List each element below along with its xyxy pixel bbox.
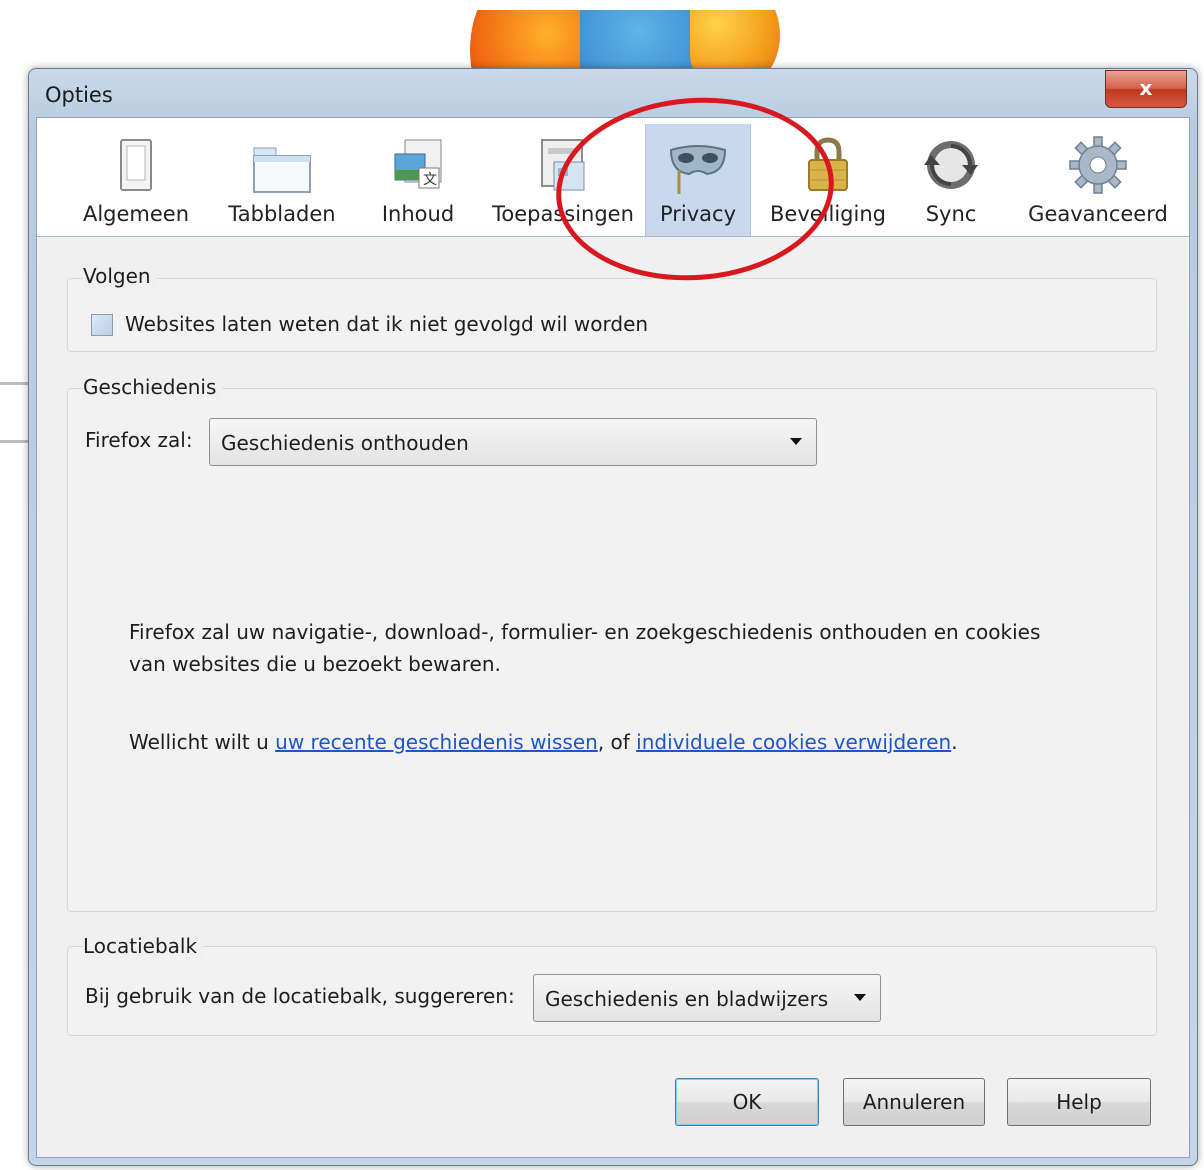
- category-toolbar: Algemeen Tabbladen 文 Inhoud Toepassingen…: [37, 118, 1189, 237]
- tab-label: Algemeen: [82, 202, 190, 226]
- close-icon: x: [1139, 76, 1153, 100]
- history-hint-suffix: .: [951, 730, 958, 754]
- history-group-title: Geschiedenis: [83, 375, 223, 399]
- gear-icon: [1069, 136, 1127, 194]
- padlock-icon: [808, 137, 848, 191]
- tab-label: Tabbladen: [228, 202, 336, 226]
- switch-icon: [120, 139, 152, 191]
- history-mode-value: Geschiedenis onthouden: [221, 431, 469, 455]
- title-bar: Opties x: [29, 69, 1197, 117]
- history-hint-middle: , of: [597, 730, 637, 754]
- tab-privacy[interactable]: Privacy: [645, 124, 751, 236]
- chevron-down-icon: [790, 438, 802, 445]
- locationbar-suggest-label: Bij gebruik van de locatiebalk, suggerer…: [85, 984, 515, 1008]
- tab-label: Geavanceerd: [1028, 202, 1168, 226]
- tab-tabbladen[interactable]: Tabbladen: [217, 124, 347, 236]
- tab-geavanceerd[interactable]: Geavanceerd: [1023, 124, 1173, 236]
- history-hint-prefix: Wellicht wilt u: [129, 730, 276, 754]
- window-title: Opties: [45, 83, 113, 107]
- locationbar-suggest-select[interactable]: Geschiedenis en bladwijzers: [533, 974, 881, 1022]
- tab-toepassingen[interactable]: Toepassingen: [487, 124, 639, 236]
- mask-icon: [669, 145, 727, 194]
- history-description-line1: Firefox zal uw navigatie-, download-, fo…: [129, 620, 1041, 644]
- close-button[interactable]: x: [1105, 70, 1187, 108]
- tab-label: Toepassingen: [492, 202, 634, 226]
- clear-history-link[interactable]: uw recente geschiedenis wissen: [275, 730, 598, 754]
- tab-inhoud[interactable]: 文 Inhoud: [363, 124, 473, 236]
- history-description-line2: van websites die u bezoekt bewaren.: [129, 652, 501, 676]
- locationbar-suggest-value: Geschiedenis en bladwijzers: [545, 987, 829, 1011]
- tabs-window-icon: [253, 147, 311, 193]
- sync-icon: [924, 141, 978, 189]
- content-icon: 文: [394, 139, 442, 189]
- background-divider: [0, 382, 28, 385]
- tracking-group-title: Volgen: [83, 264, 157, 288]
- tab-label: Privacy: [659, 202, 737, 226]
- applications-icon: [541, 139, 585, 191]
- tab-beveiliging[interactable]: Beveiliging: [763, 124, 893, 236]
- history-mode-label: Firefox zal:: [85, 428, 193, 452]
- svg-text:文: 文: [423, 172, 437, 188]
- locationbar-group-title: Locatiebalk: [83, 934, 204, 958]
- options-dialog: Opties x Algemeen Tabbladen 文 Inhoud Toe…: [28, 68, 1198, 1166]
- tab-sync[interactable]: Sync: [905, 124, 997, 236]
- history-group: [67, 388, 1157, 912]
- tab-label: Beveiliging: [770, 202, 886, 226]
- background-divider: [0, 440, 28, 443]
- history-mode-select[interactable]: Geschiedenis onthouden: [209, 418, 817, 466]
- do-not-track-label[interactable]: Websites laten weten dat ik niet gevolgd…: [125, 312, 648, 336]
- cancel-button[interactable]: Annuleren: [843, 1078, 985, 1126]
- do-not-track-checkbox[interactable]: [91, 314, 113, 336]
- remove-cookies-link[interactable]: individuele cookies verwijderen: [636, 730, 951, 754]
- tab-label: Sync: [925, 202, 977, 226]
- tab-algemeen[interactable]: Algemeen: [77, 124, 195, 236]
- tab-label: Inhoud: [381, 202, 455, 226]
- history-hint: Wellicht wilt u uw recente geschiedenis …: [129, 730, 958, 754]
- chevron-down-icon: [854, 994, 866, 1001]
- dialog-client-area: Algemeen Tabbladen 文 Inhoud Toepassingen…: [36, 117, 1190, 1158]
- ok-button[interactable]: OK: [675, 1078, 819, 1126]
- help-button[interactable]: Help: [1007, 1078, 1151, 1126]
